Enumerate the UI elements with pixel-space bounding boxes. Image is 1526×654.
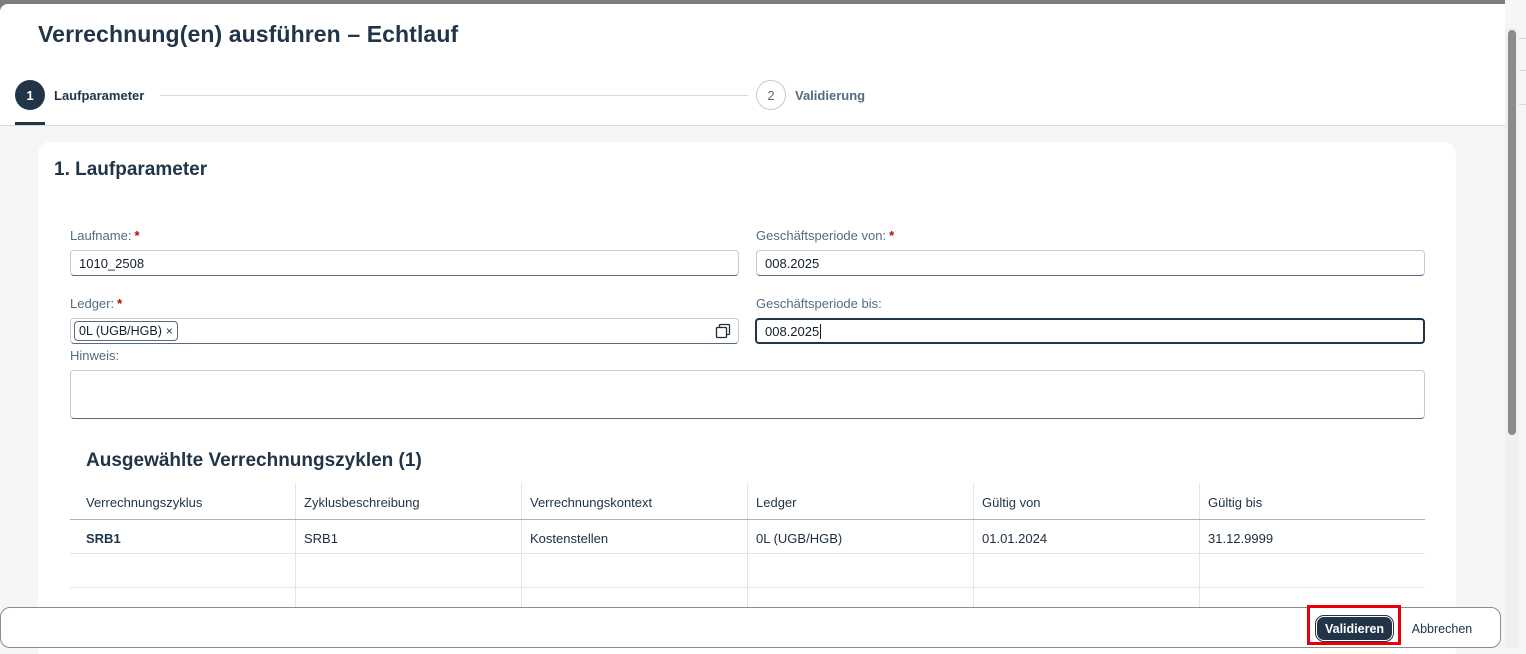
column-header-cycle[interactable]: Verrechnungszyklus	[86, 495, 202, 510]
column-separator	[1199, 554, 1200, 587]
dialog-scrollbar[interactable]	[1505, 28, 1519, 648]
period-from-label-text: Geschäftsperiode von:	[756, 228, 887, 243]
ledger-label: Ledger: *	[70, 296, 122, 311]
column-header-ledger[interactable]: Ledger	[756, 495, 796, 510]
column-separator	[521, 554, 522, 587]
table-header: Verrechnungszyklus Zyklusbeschreibung Ve…	[70, 483, 1425, 520]
note-label: Hinweis:	[70, 348, 119, 363]
screen: Verrechnung(en) ausführen – Echtlauf 1 L…	[0, 0, 1526, 654]
section-title: 1. Laufparameter	[54, 159, 208, 180]
column-separator	[1199, 483, 1200, 519]
selected-cycles-table: Verrechnungszyklus Zyklusbeschreibung Ve…	[70, 483, 1425, 622]
period-to-label-text: Geschäftsperiode bis:	[756, 296, 882, 311]
column-header-valid-to[interactable]: Gültig bis	[1208, 495, 1262, 510]
period-to-label: Geschäftsperiode bis:	[756, 296, 882, 311]
validate-button[interactable]: Validieren	[1315, 615, 1394, 642]
wizard-step-connector	[160, 95, 748, 96]
selected-cycles-title: Ausgewählte Verrechnungszyklen (1)	[86, 450, 422, 471]
parameters-card: 1. Laufparameter Laufname: * 1010_2508 Ge…	[38, 142, 1456, 654]
column-separator	[521, 483, 522, 519]
column-separator	[295, 483, 296, 519]
run-name-value: 1010_2508	[79, 255, 145, 271]
dialog-header: Verrechnung(en) ausführen – Echtlauf 1 L…	[0, 4, 1505, 126]
required-mark: *	[117, 296, 123, 311]
column-header-context[interactable]: Verrechnungskontext	[530, 495, 652, 510]
cell-description: SRB1	[304, 531, 338, 546]
column-separator	[521, 520, 522, 553]
wizard-active-step-underline	[15, 122, 45, 125]
empty-table-row	[70, 554, 1425, 588]
period-from-input[interactable]: 008.2025	[756, 250, 1425, 276]
dialog-title: Verrechnung(en) ausführen – Echtlauf	[38, 21, 459, 47]
run-name-input[interactable]: 1010_2508	[70, 250, 739, 276]
period-from-value: 008.2025	[765, 255, 820, 271]
cancel-button[interactable]: Abbrechen	[1404, 618, 1480, 640]
column-separator	[747, 483, 748, 519]
column-header-valid-from[interactable]: Gültig von	[982, 495, 1041, 510]
column-separator	[973, 520, 974, 553]
column-separator	[295, 554, 296, 587]
ledger-token[interactable]: 0L (UGB/HGB) ×	[74, 321, 178, 341]
table-row[interactable]: SRB1 SRB1 Kostenstellen 0L (UGB/HGB) 01.…	[70, 520, 1425, 554]
column-separator	[295, 520, 296, 553]
period-from-label: Geschäftsperiode von: *	[756, 228, 894, 243]
cell-cycle: SRB1	[86, 531, 121, 546]
column-separator	[747, 520, 748, 553]
ledger-token-text: 0L (UGB/HGB)	[79, 324, 162, 338]
wizard-step-1-indicator[interactable]: 1	[15, 80, 45, 110]
run-dialog: Verrechnung(en) ausführen – Echtlauf 1 L…	[0, 4, 1505, 654]
column-separator	[747, 554, 748, 587]
dialog-footer	[0, 607, 1501, 648]
column-separator	[973, 554, 974, 587]
note-label-text: Hinweis:	[70, 348, 120, 363]
scrollbar-thumb[interactable]	[1508, 30, 1516, 435]
run-name-label: Laufname: *	[70, 228, 140, 243]
required-mark: *	[134, 228, 140, 243]
cell-context: Kostenstellen	[530, 531, 609, 546]
value-help-icon[interactable]	[715, 323, 731, 339]
ledger-label-text: Ledger:	[70, 296, 115, 311]
close-icon[interactable]: ×	[166, 324, 173, 338]
note-textarea[interactable]	[70, 370, 1425, 419]
wizard-step-2-indicator[interactable]: 2	[756, 80, 786, 110]
cell-valid-to: 31.12.9999	[1208, 531, 1274, 546]
required-mark: *	[889, 228, 895, 243]
column-header-description[interactable]: Zyklusbeschreibung	[304, 495, 420, 510]
ledger-multi-input[interactable]: 0L (UGB/HGB) ×	[70, 318, 739, 344]
run-name-label-text: Laufname:	[70, 228, 132, 243]
wizard-step-2-label[interactable]: Validierung	[795, 88, 865, 103]
period-to-value: 008.2025	[765, 323, 820, 339]
period-to-input[interactable]: 008.2025	[755, 318, 1425, 344]
wizard-step-1-label[interactable]: Laufparameter	[54, 88, 144, 103]
column-separator	[1199, 520, 1200, 553]
text-cursor	[820, 323, 822, 339]
cell-ledger: 0L (UGB/HGB)	[756, 531, 843, 546]
cell-valid-from: 01.01.2024	[982, 531, 1048, 546]
column-separator	[973, 483, 974, 519]
